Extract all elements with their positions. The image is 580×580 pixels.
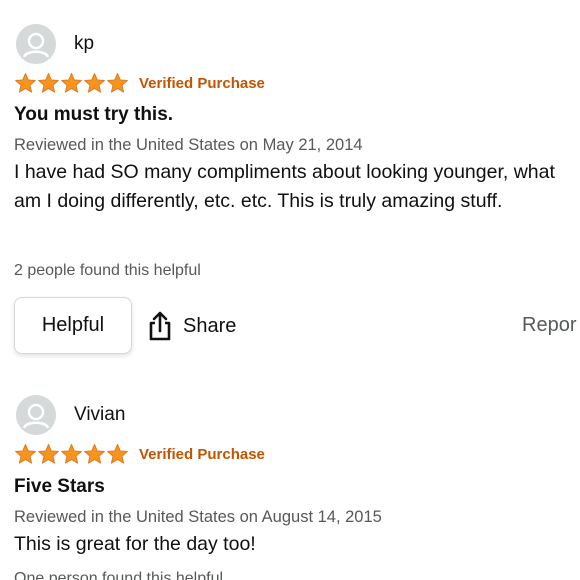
review-title[interactable]: You must try this. <box>14 104 173 126</box>
reviewer-name[interactable]: kp <box>74 33 94 55</box>
reviewer-name[interactable]: Vivian <box>74 404 125 426</box>
verified-purchase-badge: Verified Purchase <box>139 74 265 92</box>
helpful-count: One person found this helpful <box>14 570 224 580</box>
star-icon <box>84 72 105 93</box>
review-body: I have had SO many compliments about loo… <box>14 161 555 212</box>
share-button[interactable]: Share <box>147 308 236 344</box>
helpful-button-label: Helpful <box>41 314 105 336</box>
rating-row: Verified Purchase <box>14 72 265 94</box>
share-button-label: Share <box>183 314 237 337</box>
review-body: This is great for the day too! <box>14 533 256 555</box>
user-avatar-icon <box>16 24 56 64</box>
share-icon <box>149 311 171 341</box>
reviewer-profile[interactable]: Vivian <box>16 395 125 435</box>
star-icon <box>61 72 82 93</box>
review-date: Reviewed in the United States on May 21,… <box>14 136 363 154</box>
helpful-count: 2 people found this helpful <box>14 262 201 279</box>
helpful-button[interactable]: Helpful <box>14 297 132 354</box>
star-icon <box>107 443 128 464</box>
star-icon <box>15 72 36 93</box>
star-icon <box>38 72 59 93</box>
review-date: Reviewed in the United States on August … <box>14 508 382 526</box>
rating-row: Verified Purchase <box>14 443 265 465</box>
verified-purchase-badge: Verified Purchase <box>139 445 265 463</box>
user-avatar-icon <box>16 395 56 435</box>
reviewer-profile[interactable]: kp <box>16 24 94 64</box>
report-link[interactable]: Repor <box>522 314 576 337</box>
star-icon <box>15 443 36 464</box>
star-icon <box>61 443 82 464</box>
star-icon <box>107 72 128 93</box>
reviews-page: kp Verified Purchase You must try this. … <box>0 0 580 580</box>
star-rating[interactable] <box>14 443 129 465</box>
star-icon <box>84 443 105 464</box>
star-rating[interactable] <box>14 72 129 94</box>
review-title[interactable]: Five Stars <box>14 476 105 498</box>
star-icon <box>38 443 59 464</box>
